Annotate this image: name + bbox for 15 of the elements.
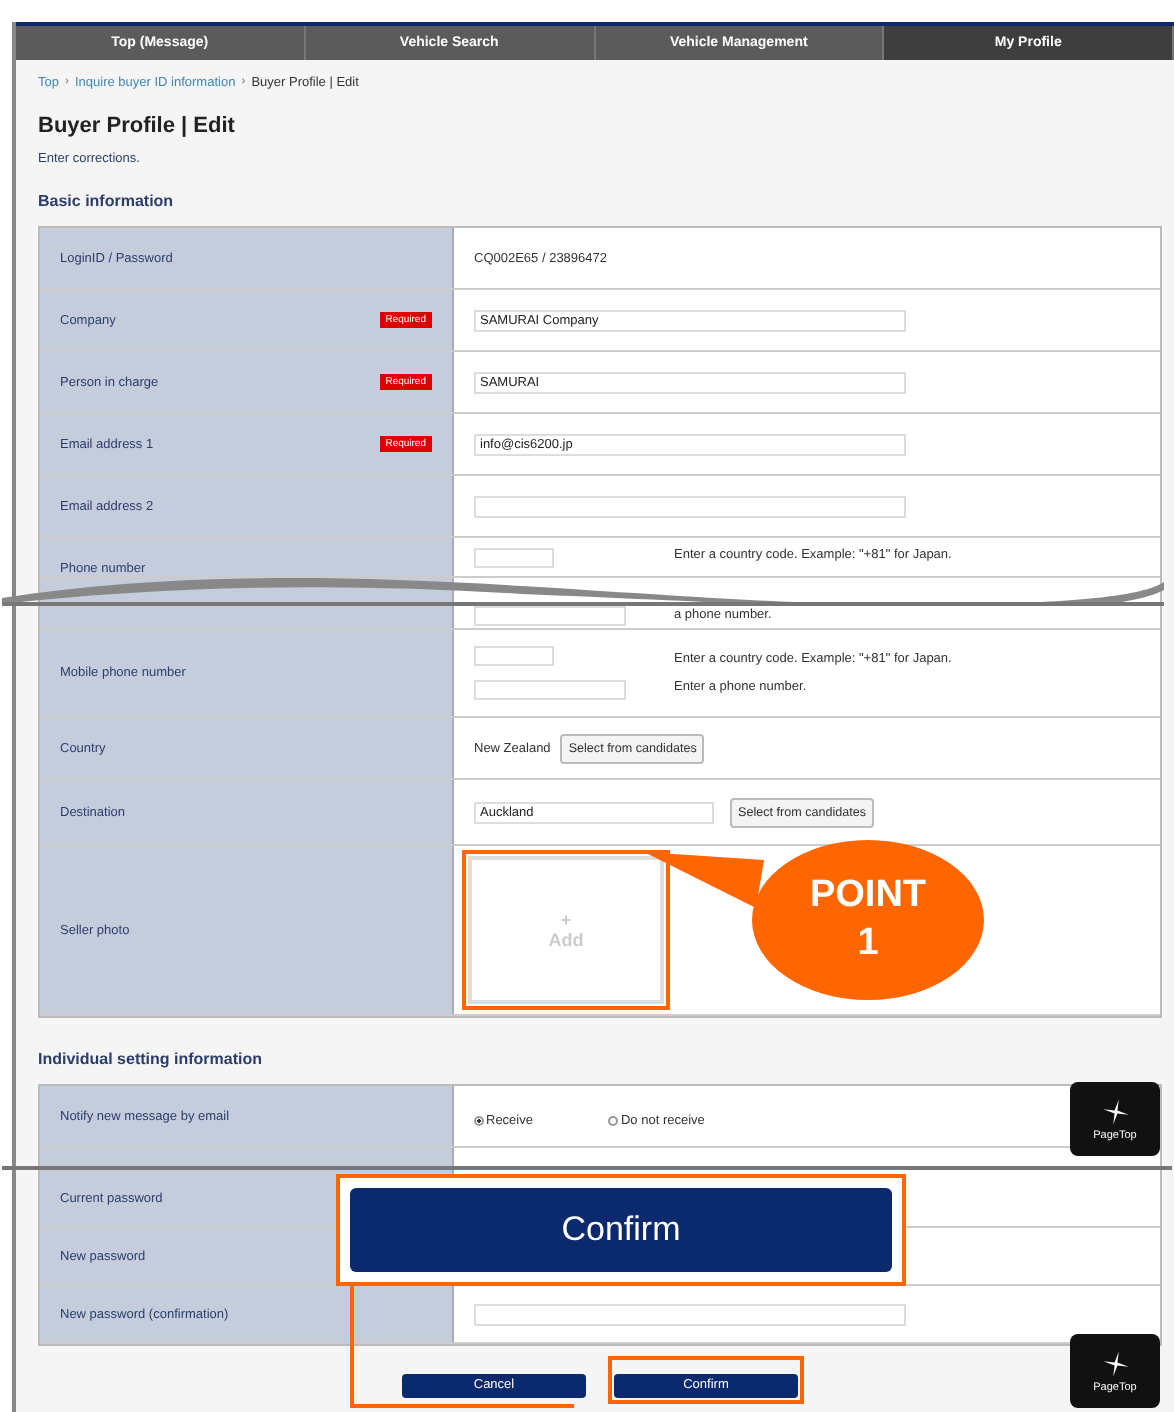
star-icon [1101, 1097, 1129, 1125]
input-field[interactable] [474, 605, 626, 625]
input-field[interactable] [474, 495, 906, 517]
input-field[interactable] [474, 680, 626, 700]
radio-button[interactable] [608, 1115, 619, 1125]
page-title: Buyer Profile | Edit [38, 112, 237, 142]
callout-number: 1 [857, 920, 879, 968]
star-icon [1101, 1349, 1129, 1377]
callout-title: POINT [809, 872, 927, 920]
radio-button[interactable] [474, 1115, 484, 1125]
section-heading: Individual setting information [38, 1048, 264, 1072]
section-heading: Basic information [38, 190, 176, 214]
input-field[interactable] [474, 646, 554, 666]
input-field[interactable] [474, 548, 554, 568]
input-field[interactable] [474, 1303, 906, 1325]
